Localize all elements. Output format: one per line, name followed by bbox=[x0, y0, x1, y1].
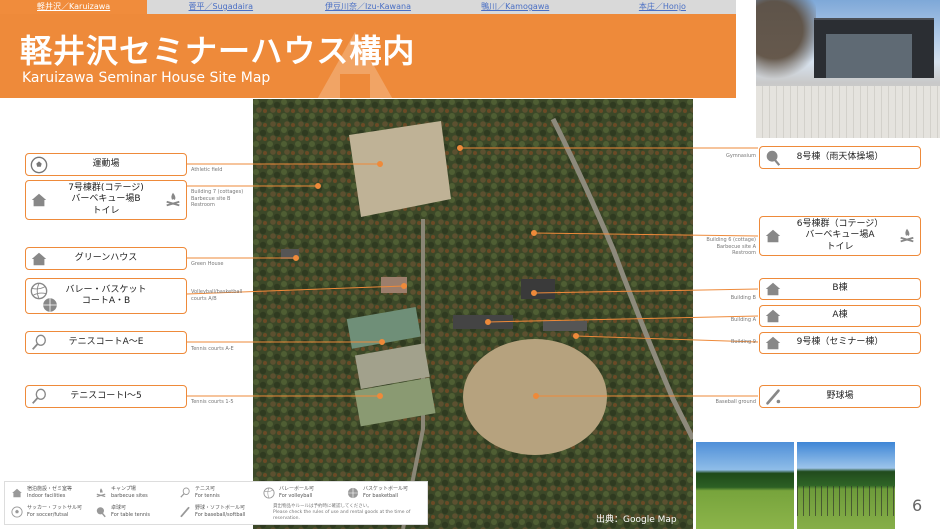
page-title: 軽井沢セミナーハウス構内 bbox=[20, 32, 416, 70]
label-en: Tennis courts A-E bbox=[191, 346, 234, 352]
site-tab-bar: 軽井沢／Karuizawa 菅平／Sugadaira 伊豆川奈／Izu-Kawa… bbox=[0, 0, 737, 14]
label-text: 8号棟（雨天体操場） bbox=[796, 151, 884, 162]
page-header: 軽井沢セミナーハウス構内 Karuizawa Seminar House Sit… bbox=[0, 14, 736, 98]
label-text: テニスコートⅠ～5 bbox=[70, 390, 142, 401]
legend-item: 宿泊施設・ゼミ室等 Indoor facilities bbox=[11, 486, 72, 500]
label-text: A棟 bbox=[832, 310, 848, 321]
label-text: B棟 bbox=[832, 283, 848, 294]
page-subtitle: Karuizawa Seminar House Site Map bbox=[22, 70, 271, 86]
legend-item: 卓球可 For table tennis bbox=[95, 505, 150, 519]
table-tennis-icon bbox=[766, 150, 781, 166]
house-icon bbox=[12, 488, 22, 498]
legend-item: 野球・ソフトボール可 For baseball/softball bbox=[179, 505, 245, 519]
legend: 宿泊施設・ゼミ室等 Indoor facilities キャンプ場 barbecue… bbox=[4, 481, 428, 525]
label-building-6[interactable]: 6号棟群（コテージ） バーベキュー場A トイレ bbox=[759, 216, 921, 256]
label-athletic-field[interactable]: 運動場 bbox=[25, 153, 187, 176]
tennis-racket-icon bbox=[32, 334, 46, 350]
label-tennis-courts-a-e[interactable]: テニスコートA～E bbox=[25, 331, 187, 354]
baseball-bat-icon bbox=[766, 388, 781, 405]
label-en: Building 7 (cottages) Barbecue site B Re… bbox=[191, 189, 244, 208]
house-icon bbox=[31, 193, 47, 207]
label-green-house[interactable]: グリーンハウス bbox=[25, 247, 187, 270]
basketball-icon bbox=[43, 298, 57, 312]
label-en: Building A bbox=[730, 317, 756, 323]
house-icon bbox=[765, 229, 781, 243]
slide: { "tabs": [ {"label": "軽井沢／Karuizawa", "… bbox=[0, 0, 940, 529]
label-en: Athletic field bbox=[191, 167, 223, 173]
campfire-icon bbox=[96, 488, 106, 498]
label-en: Baseball ground bbox=[715, 399, 756, 405]
baseball-bat-icon bbox=[180, 506, 190, 518]
tab-honjo[interactable]: 本庄／Honjo bbox=[588, 0, 737, 14]
label-text: 野球場 bbox=[826, 390, 854, 401]
label-en: Tennis courts 1-5 bbox=[191, 399, 234, 405]
label-text: テニスコートA～E bbox=[68, 336, 144, 347]
tab-izu-kawana[interactable]: 伊豆川奈／Izu-Kawana bbox=[294, 0, 442, 14]
label-building-7[interactable]: 7号棟群(コテージ) バーベキュー場B トイレ bbox=[25, 180, 187, 220]
label-en: Gymnasium bbox=[726, 153, 756, 159]
volleyball-icon bbox=[263, 487, 275, 499]
soccer-ball-icon bbox=[30, 156, 48, 173]
label-text: 7号棟群(コテージ) バーベキュー場B トイレ bbox=[68, 183, 144, 216]
seminar-house-photo bbox=[756, 0, 940, 138]
tab-kamogawa[interactable]: 鴨川／Kamogawa bbox=[441, 0, 589, 14]
tennis-racket-icon bbox=[180, 487, 190, 498]
campfire-icon bbox=[900, 228, 914, 243]
label-building-8[interactable]: 8号棟（雨天体操場） bbox=[759, 146, 921, 169]
page-number: 6 bbox=[912, 496, 923, 515]
house-icon bbox=[765, 336, 781, 350]
legend-item: バスケットボール可 For basketball bbox=[347, 486, 408, 500]
label-baseball-ground[interactable]: 野球場 bbox=[759, 385, 921, 408]
label-en: Building B bbox=[730, 295, 756, 301]
legend-item: テニス可 For tennis bbox=[179, 486, 220, 500]
label-text: バレー・バスケット コートA・B bbox=[65, 284, 147, 306]
legend-item: バレーボール可 For volleyball bbox=[263, 486, 314, 500]
label-text: 9号棟（セミナー棟） bbox=[796, 337, 884, 348]
label-text: 運動場 bbox=[92, 158, 120, 169]
label-tennis-courts-1-5[interactable]: テニスコートⅠ～5 bbox=[25, 385, 187, 408]
map-credit: 出典：Google Map bbox=[596, 515, 677, 525]
tab-sugadaira[interactable]: 菅平／Sugadaira bbox=[147, 0, 295, 14]
legend-item: サッカー・フットサル可 For soccer/futsal bbox=[11, 505, 82, 519]
label-text: グリーンハウス bbox=[74, 252, 138, 263]
table-tennis-icon bbox=[96, 507, 106, 518]
label-building-9[interactable]: 9号棟（セミナー棟） bbox=[759, 332, 921, 354]
tennis-court-photo bbox=[797, 442, 895, 529]
campfire-icon bbox=[166, 192, 180, 207]
tab-karuizawa[interactable]: 軽井沢／Karuizawa bbox=[0, 0, 148, 14]
label-en: Volleyball/basketball courts A/B bbox=[191, 289, 243, 302]
athletic-field-photo bbox=[696, 442, 794, 529]
basketball-icon bbox=[347, 487, 359, 499]
house-icon bbox=[765, 309, 781, 323]
legend-note: 貸出物品やルールは予約時に確認してください。 Please check the … bbox=[273, 504, 411, 522]
soccer-ball-icon bbox=[11, 506, 23, 518]
house-icon bbox=[765, 282, 781, 296]
aerial-map bbox=[253, 99, 693, 529]
label-en: Green House bbox=[191, 261, 224, 267]
house-icon bbox=[31, 252, 47, 265]
label-text: 6号棟群（コテージ） バーベキュー場A トイレ bbox=[796, 219, 884, 252]
legend-item: キャンプ場 barbecue sites bbox=[95, 486, 148, 500]
label-en: Building 6 (cottage) Barbecue site A Res… bbox=[706, 237, 756, 256]
label-building-b[interactable]: B棟 bbox=[759, 278, 921, 300]
tennis-racket-icon bbox=[32, 388, 46, 404]
label-en: Building 9 bbox=[730, 339, 756, 345]
label-building-a[interactable]: A棟 bbox=[759, 305, 921, 327]
label-volleyball-courts[interactable]: バレー・バスケット コートA・B bbox=[25, 278, 187, 314]
